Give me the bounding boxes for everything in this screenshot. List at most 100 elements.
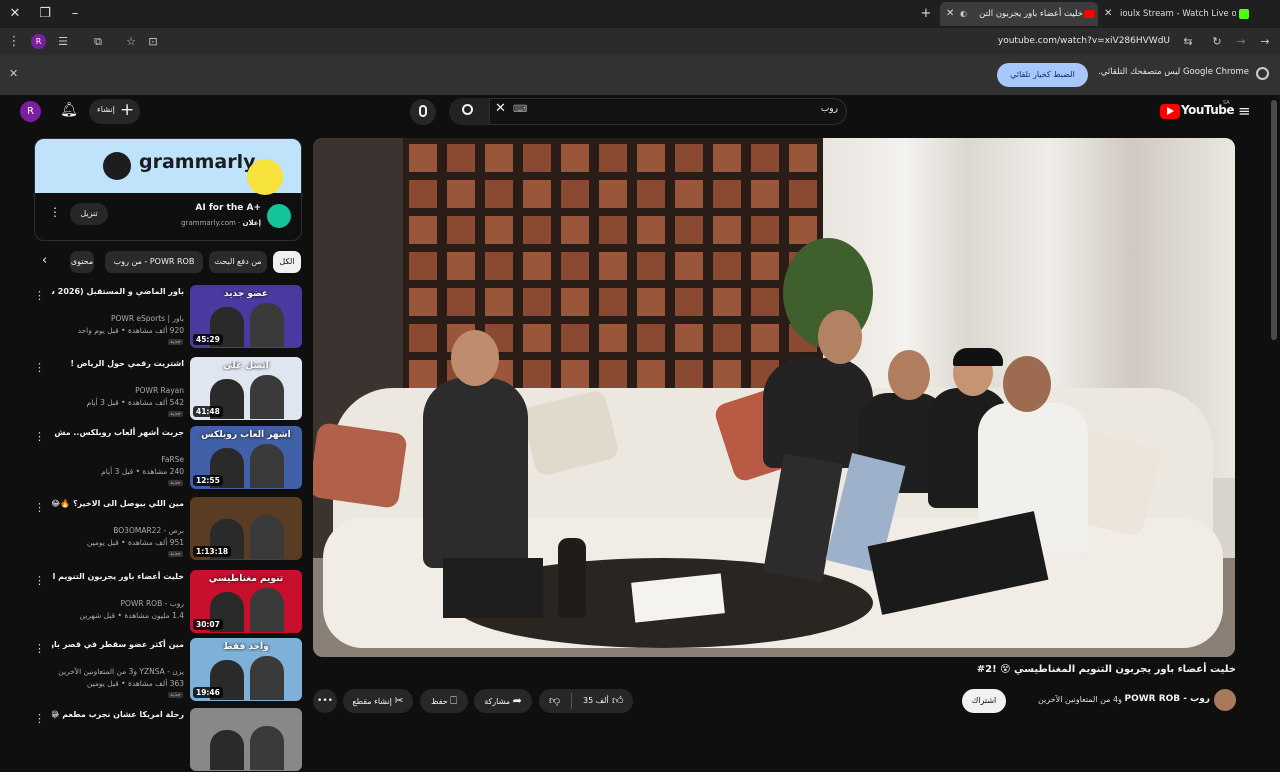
video-channel[interactable]: يزن - YZNSA و3 من المتعاونين الآخرين	[52, 666, 184, 678]
video-menu-icon[interactable]: ⋮	[34, 430, 45, 444]
guide-menu-icon[interactable]: ≡	[1238, 102, 1251, 120]
wood-slat	[675, 180, 703, 208]
chip-from-search[interactable]: من دفع البحث	[209, 251, 267, 273]
wood-slat	[485, 288, 513, 316]
set-default-button[interactable]: الضبط كخيار تلقائي	[997, 63, 1088, 87]
new-tab-button[interactable]: +	[917, 5, 935, 23]
video-thumbnail[interactable]: عضو جديد 45:29	[190, 285, 302, 348]
like-icon[interactable]: 👍︎	[612, 689, 624, 713]
related-video-item[interactable]: ⋮ عضو جديد 45:29 باور الماضي و المستقبل (20…	[34, 285, 302, 349]
video-menu-icon[interactable]: ⋮	[34, 642, 45, 656]
browser-titlebar: ✕ ❐ – + ✕ ◐ خليت أعضاء باور يجربون التن …	[0, 0, 1280, 28]
share-button[interactable]: مشاركة ➦	[474, 689, 532, 713]
wood-slat	[751, 180, 779, 208]
chip-content[interactable]: محتوى	[70, 251, 94, 273]
related-video-item[interactable]: ⋮ رحلة امريكا عشان نجرب مطعم 😂 (ظرفي)	[34, 708, 302, 772]
ad-card[interactable]: grammarly ⋮ تنزيل AI for the A+ grammarl…	[34, 138, 302, 241]
ad-banner[interactable]: grammarly	[35, 139, 301, 195]
video-thumbnail[interactable]: تنويم مغناطيسي 30:07	[190, 570, 302, 633]
video-title: اشتريت رقمي حول الرياض !	[70, 359, 184, 368]
video-channel[interactable]: برص - BO3OMAR22	[52, 525, 184, 537]
channel-name[interactable]: روب - POWR ROB	[1122, 694, 1210, 704]
chip-from-channel[interactable]: من روب - POWR ROB	[105, 251, 203, 273]
reading-list-icon[interactable]: ☰	[54, 33, 72, 51]
new-badge: جديد	[168, 692, 183, 698]
tab-close-icon[interactable]: ✕	[946, 2, 954, 26]
video-channel[interactable]: باور | POWR eSports	[52, 313, 184, 325]
forward-icon[interactable]: →	[1232, 33, 1250, 51]
wood-slat	[485, 180, 513, 208]
url-field[interactable]: youtube.com/watch?v=xiV286HVWdU	[840, 32, 1170, 51]
bookmark-star-icon[interactable]: ☆	[122, 33, 140, 51]
subscribe-button[interactable]: اشتراك	[962, 689, 1006, 713]
page-scrollbar[interactable]	[1271, 100, 1277, 340]
infobar-close-icon[interactable]: ✕	[9, 67, 18, 80]
ad-banner-text: grammarly	[139, 151, 256, 173]
clip-button[interactable]: إنشاء مقطع ✂	[343, 689, 413, 713]
video-title: خليت أعضاء باور يجربون التنويم المغناطيس…	[52, 572, 184, 581]
save-button[interactable]: حفظ ⎕	[420, 689, 468, 713]
video-views-age: 1.4 مليون مشاهدة • قبل شهرين	[79, 611, 184, 620]
video-thumbnail[interactable]: واحد فقط 19:46	[190, 638, 302, 701]
notifications-bell-icon[interactable]: 🔔︎	[60, 102, 78, 120]
chips-prev-icon[interactable]: ‹	[42, 253, 47, 268]
dislike-icon[interactable]: 👎︎	[549, 689, 560, 713]
video-channel[interactable]: FaRSe	[52, 454, 184, 466]
search-button[interactable]	[449, 98, 489, 125]
profile-avatar[interactable]: R	[31, 34, 46, 49]
ad-download-button[interactable]: تنزيل	[70, 203, 108, 225]
ad-sponsored-label: إعلان	[242, 219, 261, 227]
related-video-item[interactable]: ⋮ أشهر ألعاب روبلكس 12:55 جربت أشهر ألعاب ر…	[34, 426, 302, 490]
extensions-icon[interactable]: ⧉	[89, 33, 107, 51]
account-avatar[interactable]: R	[20, 101, 41, 122]
wood-slat	[447, 180, 475, 208]
tab-kick[interactable]: ✕ ioulx Stream - Watch Live on Ki	[1100, 2, 1254, 26]
wood-slat	[675, 324, 703, 352]
related-video-item[interactable]: ⋮ 1:13:18 مين اللي بيوصل الى الاخير؟ 🔥😂 | …	[34, 497, 302, 561]
video-menu-icon[interactable]: ⋮	[34, 361, 45, 375]
chip-all[interactable]: الكل	[273, 251, 301, 273]
install-app-icon[interactable]: ⊡	[144, 33, 162, 51]
video-thumbnail[interactable]: 1:13:18	[190, 497, 302, 560]
keyboard-icon[interactable]: ⌨	[513, 104, 527, 115]
window-close-button[interactable]: ✕	[6, 5, 24, 23]
video-thumbnail[interactable]: أشهر ألعاب روبلكس 12:55	[190, 426, 302, 489]
reload-icon[interactable]: ↻	[1208, 33, 1226, 51]
window-restore-button[interactable]: ❐	[36, 5, 54, 23]
wood-slat	[523, 252, 551, 280]
tab-active[interactable]: ✕ ◐ خليت أعضاء باور يجربون التن	[940, 2, 1098, 26]
related-video-item[interactable]: ⋮ تنويم مغناطيسي 30:07 خليت أعضاء باور يجرب…	[34, 570, 302, 634]
video-title: مين أكثر عضو سقطر في قصر باور !؟ 💵	[52, 640, 184, 649]
wood-slat	[751, 144, 779, 172]
ad-menu-icon[interactable]: ⋮	[49, 205, 61, 219]
tab-close-icon[interactable]: ✕	[1104, 2, 1112, 26]
clear-search-icon[interactable]: ✕	[495, 101, 506, 116]
video-channel[interactable]: روب - POWR ROB	[52, 598, 184, 610]
collab-text[interactable]: و4 من المتعاونين الآخرين	[1018, 695, 1122, 704]
create-button[interactable]: إنشاء +	[89, 99, 140, 124]
video-menu-icon[interactable]: ⋮	[34, 289, 45, 303]
voice-search-button[interactable]	[410, 99, 436, 125]
window-minimize-button[interactable]: –	[66, 5, 84, 23]
site-info-icon[interactable]: ⇆	[1179, 33, 1197, 51]
youtube-logo-icon[interactable]	[1160, 104, 1180, 119]
thumbnail-overlay-text: اتصل علي	[223, 361, 269, 371]
search-input[interactable]: ✕ ⌨ روب	[489, 98, 847, 125]
video-player[interactable]	[313, 138, 1235, 657]
wood-slat	[599, 288, 627, 316]
back-icon[interactable]: →	[1256, 33, 1274, 51]
wood-slat	[713, 144, 741, 172]
video-thumbnail[interactable]: اتصل علي 41:48	[190, 357, 302, 420]
more-actions-button[interactable]: •••	[313, 689, 337, 713]
video-channel[interactable]: POWR Rayan	[52, 385, 184, 397]
related-video-item[interactable]: ⋮ اتصل علي 41:48 اشتريت رقمي حول الرياض ! PO…	[34, 357, 302, 421]
menu-kebab-icon[interactable]: ⋮	[5, 33, 23, 51]
video-menu-icon[interactable]: ⋮	[34, 712, 45, 726]
video-menu-icon[interactable]: ⋮	[34, 501, 45, 515]
video-menu-icon[interactable]: ⋮	[34, 574, 45, 588]
wood-slat	[523, 288, 551, 316]
video-duration: 19:46	[193, 687, 223, 698]
channel-avatar[interactable]	[1214, 689, 1236, 711]
video-thumbnail[interactable]	[190, 708, 302, 771]
related-video-item[interactable]: ⋮ واحد فقط 19:46 مين أكثر عضو سقطر في قصر ب…	[34, 638, 302, 702]
